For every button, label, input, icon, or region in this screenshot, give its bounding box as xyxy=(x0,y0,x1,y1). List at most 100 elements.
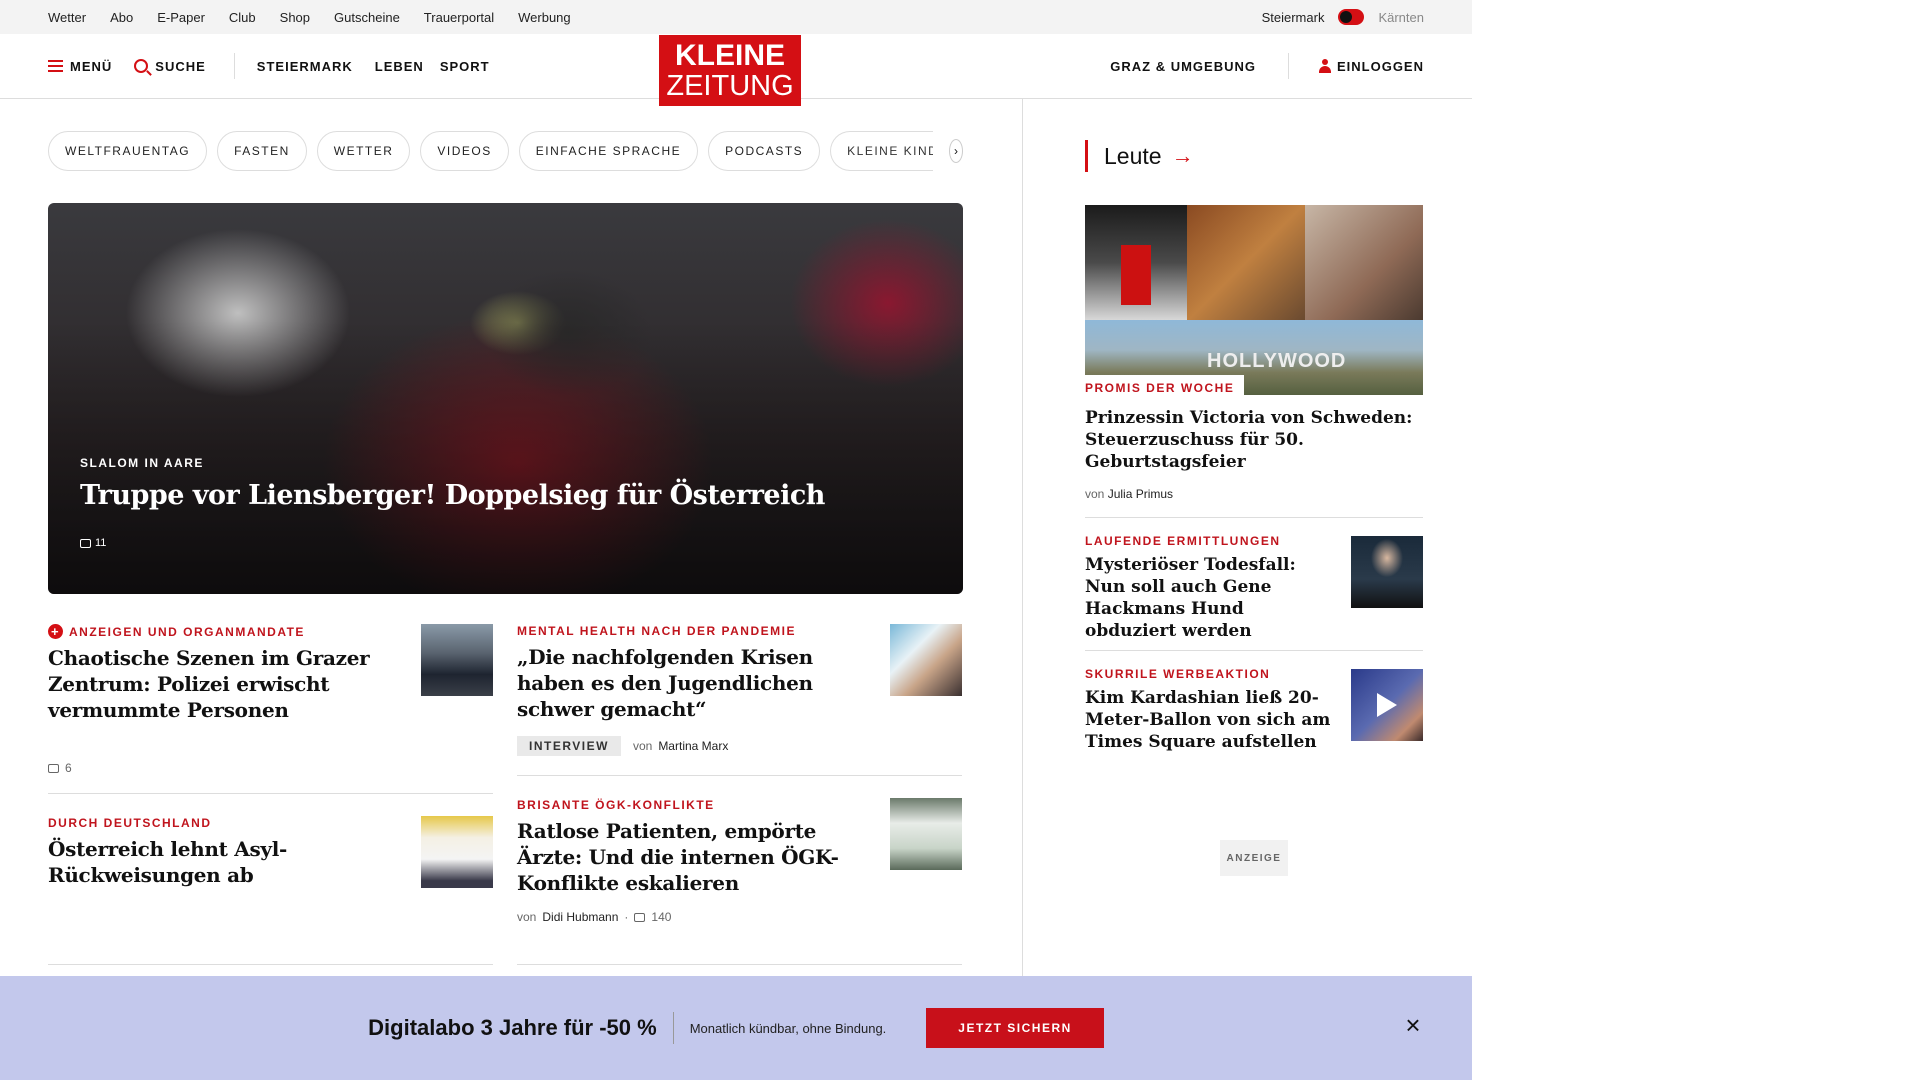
article-kicker: LAUFENDE ERMITTLUNGEN xyxy=(1085,534,1281,548)
hollywood-sign-text: HOLLYWOOD xyxy=(1207,350,1347,372)
article-thumbnail[interactable] xyxy=(421,816,493,888)
article-kicker-text: ANZEIGEN UND ORGANMANDATE xyxy=(69,624,305,639)
util-link-trauerportal[interactable]: Trauerportal xyxy=(424,10,494,25)
tag-kleine-kinderzeitung[interactable]: KLEINE KINDERZE xyxy=(830,131,934,171)
article-text: BRISANTE ÖGK-KONFLIKTE Ratlose Patienten… xyxy=(517,798,872,942)
article-kicker: SKURRILE WERBEAKTION xyxy=(1085,667,1271,681)
subscription-banner: Digitalabo 3 Jahre für -50 % Monatlich k… xyxy=(0,976,1472,1080)
article-card[interactable]: DURCH DEUTSCHLAND Österreich lehnt Asyl-… xyxy=(48,816,493,965)
article-title[interactable]: Chaotische Szenen im Grazer Zentrum: Pol… xyxy=(48,645,403,723)
sidebar-main-meta: von Julia Primus xyxy=(1085,487,1423,501)
article-kicker: PROMIS DER WOCHE xyxy=(1085,375,1245,395)
sidebar-article-title[interactable]: Kim Kardashian ließ 20-Meter-Ballon von … xyxy=(1085,687,1335,753)
local-edition-link[interactable]: GRAZ & UMGEBUNG xyxy=(1110,59,1256,74)
article-text: + ANZEIGEN UND ORGANMANDATE Chaotische S… xyxy=(48,624,403,775)
util-link-gutscheine[interactable]: Gutscheine xyxy=(334,10,400,25)
util-link-shop[interactable]: Shop xyxy=(280,10,310,25)
article-meta: INTERVIEW von Martina Marx xyxy=(517,736,872,756)
promo-subtitle: Monatlich kündbar, ohne Bindung. xyxy=(689,1020,887,1036)
header-divider-right xyxy=(1287,53,1289,79)
byline-prefix: von xyxy=(517,910,537,924)
sidebar-article-title[interactable]: Mysteriöser Todesfall: Nun soll auch Gen… xyxy=(1085,554,1335,642)
region-inactive-label[interactable]: Kärnten xyxy=(1378,10,1424,25)
article-title[interactable]: „Die nachfolgenden Krisen haben es den J… xyxy=(517,644,872,722)
promo-divider xyxy=(672,1012,674,1044)
sidebar-article-text: SKURRILE WERBEAKTION Kim Kardashian ließ… xyxy=(1085,667,1335,760)
author-name[interactable]: Martina Marx xyxy=(658,739,728,753)
leute-collage-image[interactable]: HOLLYWOOD PROMIS DER WOCHE xyxy=(1085,205,1423,395)
author-name[interactable]: Didi Hubmann xyxy=(542,910,618,924)
article-comments-value[interactable]: 140 xyxy=(651,910,671,924)
util-link-abo[interactable]: Abo xyxy=(110,10,133,25)
article-title[interactable]: Ratlose Patienten, empörte Ärzte: Und di… xyxy=(517,818,872,896)
login-label: EINLOGGEN xyxy=(1336,58,1424,74)
article-card[interactable]: BRISANTE ÖGK-KONFLIKTE Ratlose Patienten… xyxy=(517,798,962,965)
promo-cta-button[interactable]: JETZT SICHERN xyxy=(926,1008,1104,1048)
comment-icon xyxy=(80,538,91,548)
section-heading-text: Leute xyxy=(1104,142,1162,169)
main-column: WELTFRAUENTAG FASTEN WETTER VIDEOS EINFA… xyxy=(48,99,963,987)
hero-kicker: SLALOM IN AARE xyxy=(80,456,204,470)
hero-title[interactable]: Truppe vor Liensberger! Doppelsieg für Ö… xyxy=(80,480,825,511)
search-button[interactable]: SUCHE xyxy=(134,59,206,74)
play-icon xyxy=(1377,693,1397,717)
article-comments-value: 6 xyxy=(65,761,72,775)
tag-weltfrauentag[interactable]: WELTFRAUENTAG xyxy=(48,131,208,171)
sidebar-article[interactable]: SKURRILE WERBEAKTION Kim Kardashian ließ… xyxy=(1085,650,1423,760)
hero-text: SLALOM IN AARE Truppe vor Liensberger! D… xyxy=(80,456,825,549)
tag-wetter[interactable]: WETTER xyxy=(316,131,411,171)
section-heading-leute[interactable]: Leute → xyxy=(1085,140,1423,172)
util-link-werbung[interactable]: Werbung xyxy=(518,10,571,25)
site-logo[interactable]: KLEINE ZEITUNG xyxy=(659,35,801,106)
header-divider xyxy=(233,53,235,79)
util-link-club[interactable]: Club xyxy=(229,10,256,25)
tag-videos[interactable]: VIDEOS xyxy=(420,131,509,171)
util-link-wetter[interactable]: Wetter xyxy=(48,10,86,25)
author-name[interactable]: Julia Primus xyxy=(1108,487,1173,501)
user-icon xyxy=(1318,59,1331,73)
utility-links: Wetter Abo E-Paper Club Shop Gutscheine … xyxy=(48,10,595,25)
article-text: MENTAL HEALTH NACH DER PANDEMIE „Die nac… xyxy=(517,624,872,756)
page: Wetter Abo E-Paper Club Shop Gutscheine … xyxy=(0,0,1472,1080)
byline-prefix: von xyxy=(1085,487,1105,501)
header-right: GRAZ & UMGEBUNG EINLOGGEN xyxy=(1110,53,1424,79)
arrow-right-icon: → xyxy=(1171,143,1194,168)
comment-icon xyxy=(48,763,59,773)
region-active-label[interactable]: Steiermark xyxy=(1262,10,1325,25)
article-kicker: + ANZEIGEN UND ORGANMANDATE xyxy=(48,624,403,639)
article-kicker: MENTAL HEALTH NACH DER PANDEMIE xyxy=(517,624,796,638)
video-thumbnail[interactable] xyxy=(1351,669,1423,741)
article-kicker: BRISANTE ÖGK-KONFLIKTE xyxy=(517,798,715,812)
hero-article[interactable]: SLALOM IN AARE Truppe vor Liensberger! D… xyxy=(48,203,963,594)
region-toggle[interactable] xyxy=(1338,9,1365,25)
nav-steiermark[interactable]: STEIERMARK xyxy=(257,59,353,74)
article-card[interactable]: + ANZEIGEN UND ORGANMANDATE Chaotische S… xyxy=(48,624,493,794)
article-thumbnail[interactable] xyxy=(890,624,962,696)
byline-prefix: von xyxy=(632,739,653,753)
logo-line-2: ZEITUNG xyxy=(666,69,794,102)
tag-podcasts[interactable]: PODCASTS xyxy=(708,131,821,171)
close-icon[interactable]: × xyxy=(1402,1010,1424,1040)
login-button[interactable]: EINLOGGEN xyxy=(1318,58,1424,74)
hero-comment-count[interactable]: 11 xyxy=(80,537,825,549)
menu-button[interactable]: MENÜ xyxy=(48,59,112,74)
tag-einfache-sprache[interactable]: EINFACHE SPRACHE xyxy=(518,131,699,171)
article-thumbnail[interactable] xyxy=(890,798,962,870)
article-thumbnail[interactable] xyxy=(421,624,493,696)
nav-sport[interactable]: SPORT xyxy=(440,59,490,74)
topic-tags: WELTFRAUENTAG FASTEN WETTER VIDEOS EINFA… xyxy=(48,131,963,171)
comment-icon xyxy=(634,912,646,922)
article-comments[interactable]: 6 xyxy=(48,761,403,775)
utility-bar: Wetter Abo E-Paper Club Shop Gutscheine … xyxy=(0,0,1472,34)
util-link-epaper[interactable]: E-Paper xyxy=(157,10,205,25)
sidebar-article[interactable]: LAUFENDE ERMITTLUNGEN Mysteriöser Todesf… xyxy=(1085,517,1423,650)
sidebar-thumbnail[interactable] xyxy=(1351,536,1423,608)
article-card[interactable]: MENTAL HEALTH NACH DER PANDEMIE „Die nac… xyxy=(517,624,962,776)
nav-leben[interactable]: LEBEN xyxy=(375,59,424,74)
sidebar-main-title[interactable]: Prinzessin Victoria von Schweden: Steuer… xyxy=(1085,407,1423,473)
article-meta: von Didi Hubmann · 140 xyxy=(517,910,872,924)
tag-fasten[interactable]: FASTEN xyxy=(217,131,307,171)
chevron-right-icon[interactable]: › xyxy=(949,139,963,163)
main-header: MENÜ SUCHE STEIERMARK LEBEN SPORT KLEINE… xyxy=(0,34,1472,106)
article-title[interactable]: Österreich lehnt Asyl-Rückweisungen ab xyxy=(48,836,403,888)
